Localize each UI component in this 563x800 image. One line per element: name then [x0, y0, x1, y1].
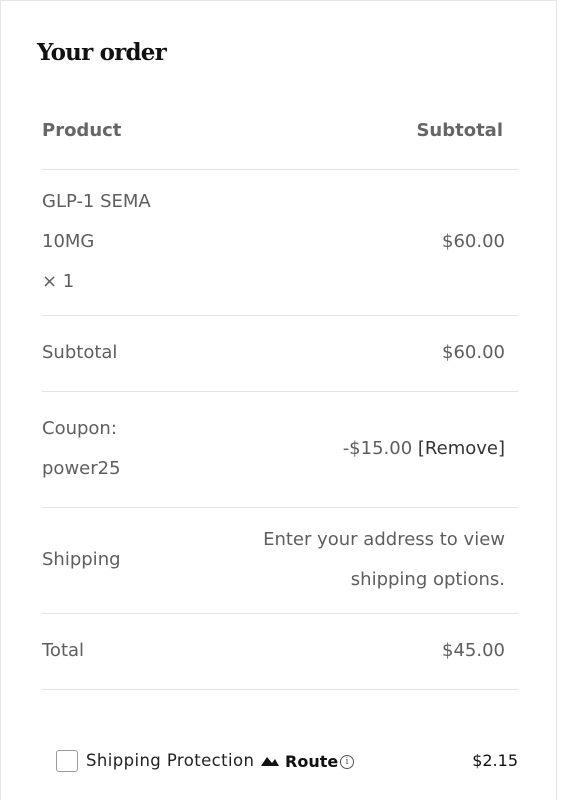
shipping-label: Shipping	[42, 549, 121, 570]
total-label: Total	[42, 640, 85, 661]
shipping-note-line1: Enter your address to view	[263, 529, 505, 550]
total-value: $45.00	[442, 640, 505, 661]
route-logo-icon	[261, 757, 279, 766]
subtotal-value: $60.00	[442, 342, 505, 363]
shipping-row: Shipping Enter your address to view ship…	[42, 520, 518, 600]
subtotal-label: Subtotal	[42, 342, 118, 363]
divider	[42, 315, 518, 316]
coupon-discount: -$15.00 [Remove]	[343, 429, 505, 469]
shipping-note: Enter your address to view shipping opti…	[205, 520, 505, 600]
product-name-line1: GLP-1 SEMA	[42, 191, 151, 212]
coupon-label-line1: Coupon:	[42, 418, 117, 439]
remove-coupon-link[interactable]: [Remove]	[418, 438, 505, 459]
coupon-discount-value: -$15.00	[342, 438, 413, 459]
table-row: GLP-1 SEMA 10MG × 1 $60.00	[42, 182, 518, 302]
route-brand: Route	[285, 752, 339, 771]
shipping-protection-row: Shipping Protection Route i $2.15	[56, 750, 518, 774]
divider	[42, 613, 518, 614]
shipping-note-line2: shipping options.	[350, 569, 505, 590]
coupon-label: Coupon: power25	[42, 409, 121, 489]
shipping-protection-checkbox[interactable]	[56, 750, 78, 772]
coupon-code: power25	[42, 458, 121, 479]
table-header: Product Subtotal	[42, 120, 518, 144]
product-name: GLP-1 SEMA 10MG × 1	[42, 182, 202, 302]
divider	[42, 391, 518, 392]
product-column-header: Product	[42, 120, 122, 141]
subtotal-column-header: Subtotal	[416, 120, 503, 141]
shipping-protection-price: $2.15	[472, 751, 518, 770]
total-row: Total $45.00	[42, 631, 518, 671]
subtotal-row: Subtotal $60.00	[42, 333, 518, 373]
product-price: $60.00	[442, 231, 505, 252]
divider	[42, 169, 518, 170]
order-summary-panel: Your order Product Subtotal GLP-1 SEMA 1…	[0, 0, 557, 800]
info-icon[interactable]: i	[340, 755, 354, 769]
divider	[42, 507, 518, 508]
coupon-row: Coupon: power25 -$15.00 [Remove]	[42, 409, 518, 489]
divider	[42, 689, 518, 690]
product-quantity: × 1	[42, 271, 75, 292]
order-title: Your order	[37, 39, 167, 66]
product-name-line2: 10MG	[42, 231, 95, 252]
shipping-protection-label: Shipping Protection	[86, 751, 255, 770]
